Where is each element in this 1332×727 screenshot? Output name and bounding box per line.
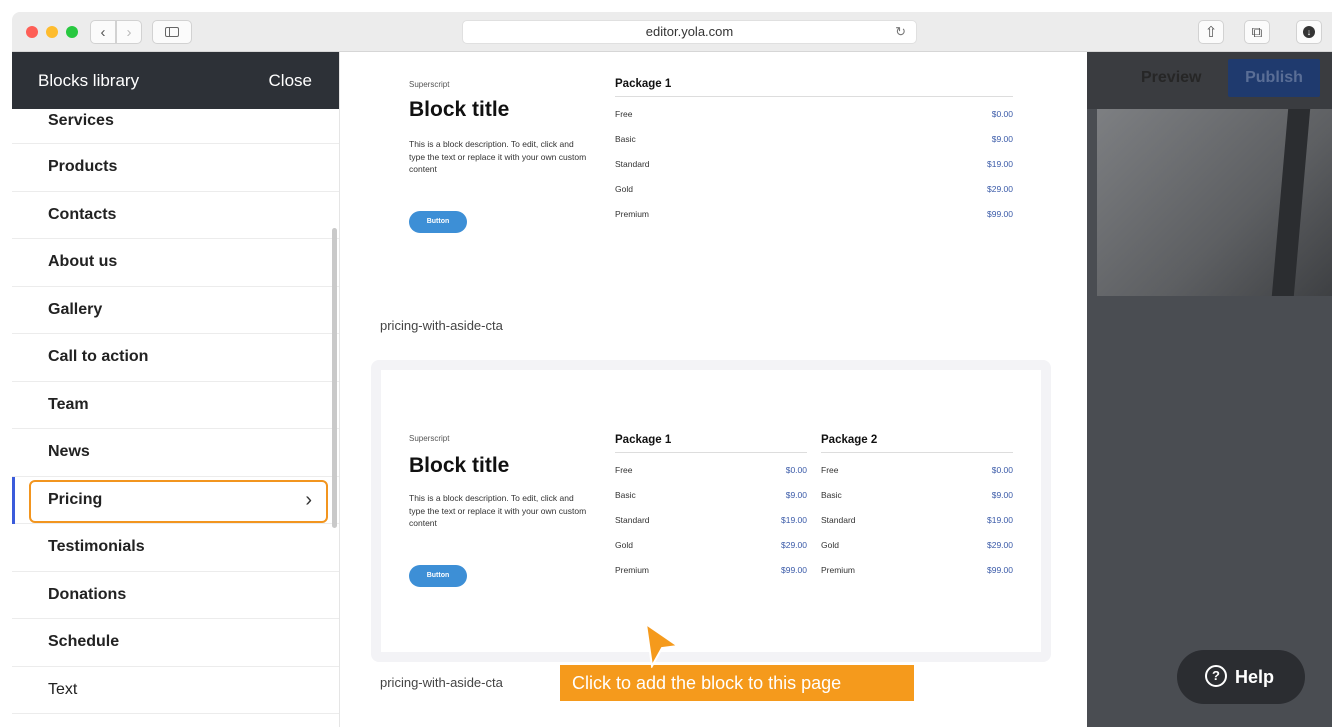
pricing-row: Standard $19.00 xyxy=(821,515,1013,525)
help-label: Help xyxy=(1235,667,1275,687)
sidebar-item-news[interactable]: News xyxy=(12,429,339,477)
pricing-row: Premium $99.00 xyxy=(615,565,807,575)
forward-button[interactable]: › xyxy=(116,20,142,44)
help-icon: ? xyxy=(1205,665,1227,688)
sidebar-item-gallery[interactable]: Gallery xyxy=(12,287,339,334)
block-superscript: Superscript xyxy=(409,434,450,443)
site-hero-image xyxy=(1097,109,1332,296)
minimize-window-button[interactable] xyxy=(46,26,58,38)
pricing-row: Free $0.00 xyxy=(615,109,1013,119)
block-description: This is a block description. To edit, cl… xyxy=(409,139,587,174)
help-button[interactable]: ? Help xyxy=(1177,650,1305,704)
pricing-row: Basic $9.00 xyxy=(821,490,1013,500)
close-window-button[interactable] xyxy=(26,26,38,38)
sidebar-item-testimonials[interactable]: Testimonials xyxy=(12,524,339,572)
package-name: Package 1 xyxy=(615,434,807,453)
block-type-label: pricing-with-aside-cta xyxy=(380,318,503,333)
sidebar-item-about-us[interactable]: About us xyxy=(12,239,339,287)
back-button[interactable]: ‹ xyxy=(90,20,116,44)
pricing-package: Package 1 Free $0.00 Basic $9.00 Standard $… xyxy=(615,434,807,578)
sidebar-item-label: Schedule xyxy=(48,633,120,650)
sidebar-item-label: Pricing xyxy=(48,490,103,508)
sidebar-item-products[interactable]: Products xyxy=(12,144,339,192)
block-description: This is a block description. To edit, cl… xyxy=(409,493,587,528)
block-cta-button: Button xyxy=(409,565,467,587)
share-icon: ⇧ xyxy=(1204,24,1218,41)
block-preview-area: Superscript Block title This is a block … xyxy=(341,52,1087,727)
block-preview-card[interactable]: Superscript Block title This is a block … xyxy=(371,52,1051,282)
add-block-tooltip: Click to add the block to this page xyxy=(560,665,914,701)
sidebar-item-label: Team xyxy=(48,395,89,413)
editor-background: Preview Publish xyxy=(1087,52,1332,727)
sidebar-scrollbar[interactable] xyxy=(332,228,337,528)
chevron-right-icon: › xyxy=(305,488,312,511)
block-title: Block title xyxy=(409,454,510,477)
reload-icon[interactable]: ↻ xyxy=(895,21,906,43)
sidebar-item-label: Testimonials xyxy=(48,538,145,555)
back-icon: ‹ xyxy=(100,23,106,41)
publish-button[interactable]: Publish xyxy=(1228,59,1320,97)
sidebar-item-label: Services xyxy=(48,112,114,129)
blocks-library-header: Blocks library Close xyxy=(12,52,339,109)
download-icon: ↓ xyxy=(1303,26,1315,38)
pointer-cursor-icon xyxy=(644,622,681,668)
package-name: Package 2 xyxy=(821,434,1013,453)
sidebar-item-donations[interactable]: Donations xyxy=(12,572,339,619)
close-library-button[interactable]: Close xyxy=(269,71,312,91)
tabs-button[interactable]: ⧉ xyxy=(1244,20,1270,44)
tabs-icon: ⧉ xyxy=(1251,23,1263,41)
blocks-library-panel: Blocks library Close Services Products C… xyxy=(12,52,340,727)
pricing-row: Basic $9.00 xyxy=(615,134,1013,144)
sidebar-item-label: Text xyxy=(48,680,78,698)
sidebar-item-call-to-action[interactable]: Call to action xyxy=(12,334,339,382)
sidebar-item-label: Contacts xyxy=(48,205,117,223)
pricing-package: Package 1 Free $0.00 Basic $9.00 Standard $… xyxy=(615,78,1013,222)
pricing-row: Gold $29.00 xyxy=(821,540,1013,550)
pricing-row: Basic $9.00 xyxy=(615,490,807,500)
block-preview-inner: Superscript Block title This is a block … xyxy=(381,370,1041,652)
sidebar-item-label: Call to action xyxy=(48,348,149,365)
browser-toolbar: ‹ › editor.yola.com ↻ ⇧ ⧉ ↓ xyxy=(12,12,1332,52)
active-indicator xyxy=(12,476,15,524)
forward-icon: › xyxy=(126,23,132,41)
sidebar-item-label: Donations xyxy=(48,585,127,603)
block-type-label: pricing-with-aside-cta xyxy=(380,675,503,690)
block-superscript: Superscript xyxy=(409,80,450,89)
pricing-package: Package 2 Free $0.00 Basic $9.00 Standard $… xyxy=(821,434,1013,578)
browser-window: ‹ › editor.yola.com ↻ ⇧ ⧉ ↓ Blocks libra… xyxy=(12,12,1332,727)
zoom-window-button[interactable] xyxy=(66,26,78,38)
block-cta-button: Button xyxy=(409,211,467,233)
block-preview-card-selected[interactable]: Superscript Block title This is a block … xyxy=(371,360,1051,662)
pricing-row: Gold $29.00 xyxy=(615,540,807,550)
sidebar-item-contacts[interactable]: Contacts xyxy=(12,192,339,239)
url-text: editor.yola.com xyxy=(645,24,734,39)
sidebar-item-team[interactable]: Team xyxy=(12,382,339,429)
pricing-row: Free $0.00 xyxy=(615,465,807,475)
sidebar-item-label: Gallery xyxy=(48,300,103,318)
sidebar-item-pricing[interactable]: Pricing › xyxy=(12,476,339,524)
package-name: Package 1 xyxy=(615,78,1013,97)
editor-topbar: Preview Publish xyxy=(1087,52,1332,109)
pricing-row: Premium $99.00 xyxy=(821,565,1013,575)
sidebar-item-label: Products xyxy=(48,158,118,175)
sidebar-item-text[interactable]: Text xyxy=(12,667,339,714)
sidebar-icon xyxy=(165,27,179,37)
block-title: Block title xyxy=(409,98,510,121)
share-button[interactable]: ⇧ xyxy=(1198,20,1224,44)
block-category-list: Services Products Contacts About us Gall… xyxy=(12,109,339,714)
downloads-button[interactable]: ↓ xyxy=(1296,20,1322,44)
pricing-row: Standard $19.00 xyxy=(615,515,807,525)
blocks-library-title: Blocks library xyxy=(38,71,140,90)
sidebar-item-services[interactable]: Services xyxy=(12,109,339,144)
sidebar-item-schedule[interactable]: Schedule xyxy=(12,619,339,667)
pricing-row: Gold $29.00 xyxy=(615,184,1013,194)
pricing-row: Free $0.00 xyxy=(821,465,1013,475)
sidebar-toggle-button[interactable] xyxy=(152,20,192,44)
address-bar[interactable]: editor.yola.com ↻ xyxy=(462,20,917,44)
pricing-row: Premium $99.00 xyxy=(615,209,1013,219)
sidebar-item-label: About us xyxy=(48,253,118,270)
pricing-row: Standard $19.00 xyxy=(615,159,1013,169)
preview-button[interactable]: Preview xyxy=(1141,69,1201,87)
sidebar-item-label: News xyxy=(48,443,90,460)
